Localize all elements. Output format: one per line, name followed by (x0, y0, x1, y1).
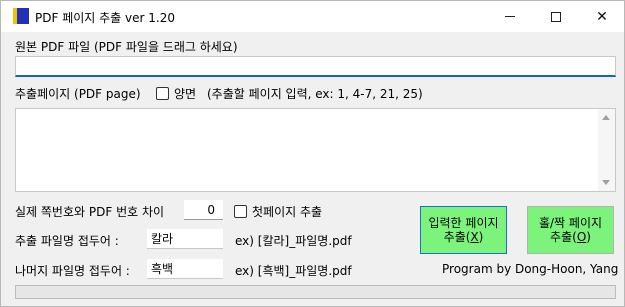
source-file-input[interactable] (15, 56, 616, 77)
pages-hint: (추출할 페이지 입력, ex: 1, 4-7, 21, 25) (207, 87, 423, 101)
maximize-button[interactable] (533, 1, 579, 32)
source-file-label: 원본 PDF 파일 (PDF 파일을 드래그 하세요) (15, 40, 238, 54)
extract-button-line1: 입력한 페이지 (428, 216, 499, 230)
window-title: PDF 페이지 추출 ver 1.20 (35, 11, 175, 25)
first-page-label: 첫페이지 추출 (252, 205, 323, 219)
prefix-example: ex) [칼라]_파일명.pdf (235, 234, 352, 248)
pdf-app-icon (13, 8, 29, 24)
scroll-down-icon[interactable] (602, 180, 610, 185)
first-page-checkbox[interactable] (234, 205, 247, 218)
minimize-button[interactable] (487, 1, 533, 32)
close-icon: ✕ (596, 8, 608, 25)
duplex-checkbox[interactable] (156, 87, 169, 100)
rest-prefix-example: ex) [흑백]_파일명.pdf (235, 264, 352, 278)
app-window: PDF 페이지 추출 ver 1.20 ✕ 원본 PDF 파일 (PDF 파일을… (0, 0, 625, 307)
credit-text: Program by Dong-Hoon, Yang (442, 262, 619, 276)
close-button[interactable]: ✕ (579, 1, 625, 32)
minimize-icon (505, 16, 515, 17)
title-bar[interactable]: PDF 페이지 추출 ver 1.20 ✕ (1, 1, 624, 32)
offset-label: 실제 쪽번호와 PDF 번호 차이 (15, 205, 165, 219)
scroll-up-icon[interactable] (602, 115, 610, 120)
pages-textarea[interactable] (15, 108, 616, 192)
progress-bar (15, 285, 616, 299)
extract-input-pages-button[interactable]: 입력한 페이지 추출(X) (420, 206, 507, 254)
odd-even-button-line2: 추출(O) (550, 230, 591, 244)
rest-prefix-label: 나머지 파일명 접두어 : (15, 264, 130, 278)
prefix-label: 추출 파일명 접두어 : (15, 234, 119, 248)
extract-button-line2: 추출(X) (443, 230, 484, 244)
pages-label: 추출페이지 (PDF page) (15, 87, 141, 101)
prefix-input[interactable] (147, 229, 223, 249)
offset-input[interactable] (184, 200, 223, 220)
rest-prefix-input[interactable] (147, 259, 223, 279)
duplex-label: 양면 (174, 87, 197, 101)
maximize-icon (551, 11, 561, 22)
odd-even-button-line1: 홀/짝 페이지 (538, 216, 603, 230)
pages-scrollbar[interactable] (598, 109, 615, 191)
extract-odd-even-button[interactable]: 홀/짝 페이지 추출(O) (527, 206, 614, 254)
